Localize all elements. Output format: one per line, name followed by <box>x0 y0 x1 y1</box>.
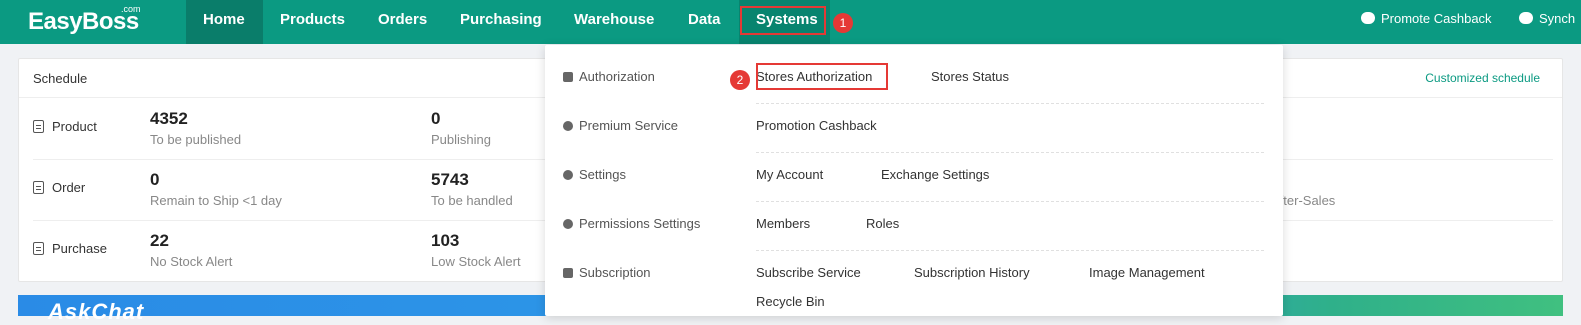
menu-members[interactable]: Members <box>756 216 810 231</box>
order-icon <box>33 181 44 194</box>
category-label: Premium Service <box>579 118 678 133</box>
cashback-icon <box>1361 12 1375 24</box>
metric-value: 4352 <box>150 109 188 128</box>
product-icon <box>33 120 44 133</box>
menu-roles[interactable]: Roles <box>866 216 899 231</box>
divider <box>756 250 1264 251</box>
divider <box>756 103 1264 104</box>
metric-no-stock-alert[interactable]: 22 No Stock Alert <box>150 231 232 269</box>
nav-home[interactable]: Home <box>186 0 263 44</box>
dropdown-category-authorization: Authorization <box>563 69 655 84</box>
promote-cashback-link[interactable]: Promote Cashback <box>1361 0 1492 40</box>
metric-value: 5743 <box>431 170 469 189</box>
category-label: Settings <box>579 167 626 182</box>
metric-to-be-handled[interactable]: 5743 To be handled <box>431 170 513 208</box>
category-label: Authorization <box>579 69 655 84</box>
category-label: Permissions Settings <box>579 216 701 231</box>
metric-value: 103 <box>431 231 460 250</box>
menu-image-management[interactable]: Image Management <box>1089 265 1205 280</box>
menu-promotion-cashback[interactable]: Promotion Cashback <box>756 118 877 133</box>
metric-label: To be handled <box>431 193 513 208</box>
customized-schedule-link[interactable]: Customized schedule <box>1425 71 1540 85</box>
promote-cashback-label: Promote Cashback <box>1381 11 1492 26</box>
menu-subscription-history[interactable]: Subscription History <box>914 265 1030 280</box>
dropdown-category-subscription: Subscription <box>563 265 651 280</box>
cloud-icon <box>1519 12 1533 24</box>
highlight-systems <box>740 6 826 35</box>
row-label-text: Order <box>52 180 86 195</box>
systems-dropdown: Authorization Stores Authorization Store… <box>545 45 1283 316</box>
metric-value: 0 <box>431 109 441 128</box>
purchase-icon <box>33 242 44 255</box>
row-label-text: Purchase <box>52 241 107 256</box>
nav-purchasing[interactable]: Purchasing <box>443 0 559 44</box>
metric-label: To be published <box>150 132 242 147</box>
schedule-title: Schedule <box>33 71 88 86</box>
logo-suffix: .com <box>121 4 141 14</box>
metric-label: No Stock Alert <box>150 254 233 269</box>
row-label-purchase: Purchase <box>33 241 107 256</box>
divider <box>756 201 1264 202</box>
metric-label: Publishing <box>431 132 491 147</box>
menu-stores-status[interactable]: Stores Status <box>931 69 1009 84</box>
metric-remain-to-ship[interactable]: 0 Remain to Ship <1 day <box>150 170 282 208</box>
divider <box>756 152 1264 153</box>
sync-label: Synch <box>1539 11 1576 26</box>
metric-label: Low Stock Alert <box>431 254 521 269</box>
sync-link[interactable]: Synch <box>1519 0 1575 40</box>
menu-exchange-settings[interactable]: Exchange Settings <box>881 167 989 182</box>
category-label: Subscription <box>579 265 651 280</box>
metric-publishing[interactable]: 0 Publishing <box>431 109 491 147</box>
metric-value: 0 <box>150 170 160 189</box>
dropdown-category-permissions: Permissions Settings <box>563 216 700 231</box>
row-label-product: Product <box>33 119 97 134</box>
dropdown-category-settings: Settings <box>563 167 626 182</box>
user-icon <box>563 219 573 229</box>
row-label-order: Order <box>33 180 85 195</box>
bookmark-icon <box>563 268 573 278</box>
nav-data[interactable]: Data <box>671 0 738 44</box>
step-badge-2: 2 <box>730 70 750 90</box>
nav-warehouse[interactable]: Warehouse <box>557 0 671 44</box>
menu-subscribe-service[interactable]: Subscribe Service <box>756 265 861 280</box>
row-label-text: Product <box>52 119 97 134</box>
metric-label: Remain to Ship <1 day <box>150 193 282 208</box>
step-badge-1: 1 <box>833 13 853 33</box>
window-icon <box>563 72 573 82</box>
banner-text: AskChat <box>48 299 145 324</box>
dropdown-category-premium-service: Premium Service <box>563 118 678 133</box>
nav-products[interactable]: Products <box>263 0 362 44</box>
nav-orders[interactable]: Orders <box>361 0 444 44</box>
coin-icon <box>563 121 573 131</box>
metric-to-be-published[interactable]: 4352 To be published <box>150 109 241 147</box>
menu-recycle-bin[interactable]: Recycle Bin <box>756 294 825 309</box>
highlight-stores-authorization <box>756 63 888 90</box>
metric-low-stock-alert[interactable]: 103 Low Stock Alert <box>431 231 521 269</box>
gear-icon <box>563 170 573 180</box>
metric-value: 22 <box>150 231 169 250</box>
menu-my-account[interactable]: My Account <box>756 167 823 182</box>
